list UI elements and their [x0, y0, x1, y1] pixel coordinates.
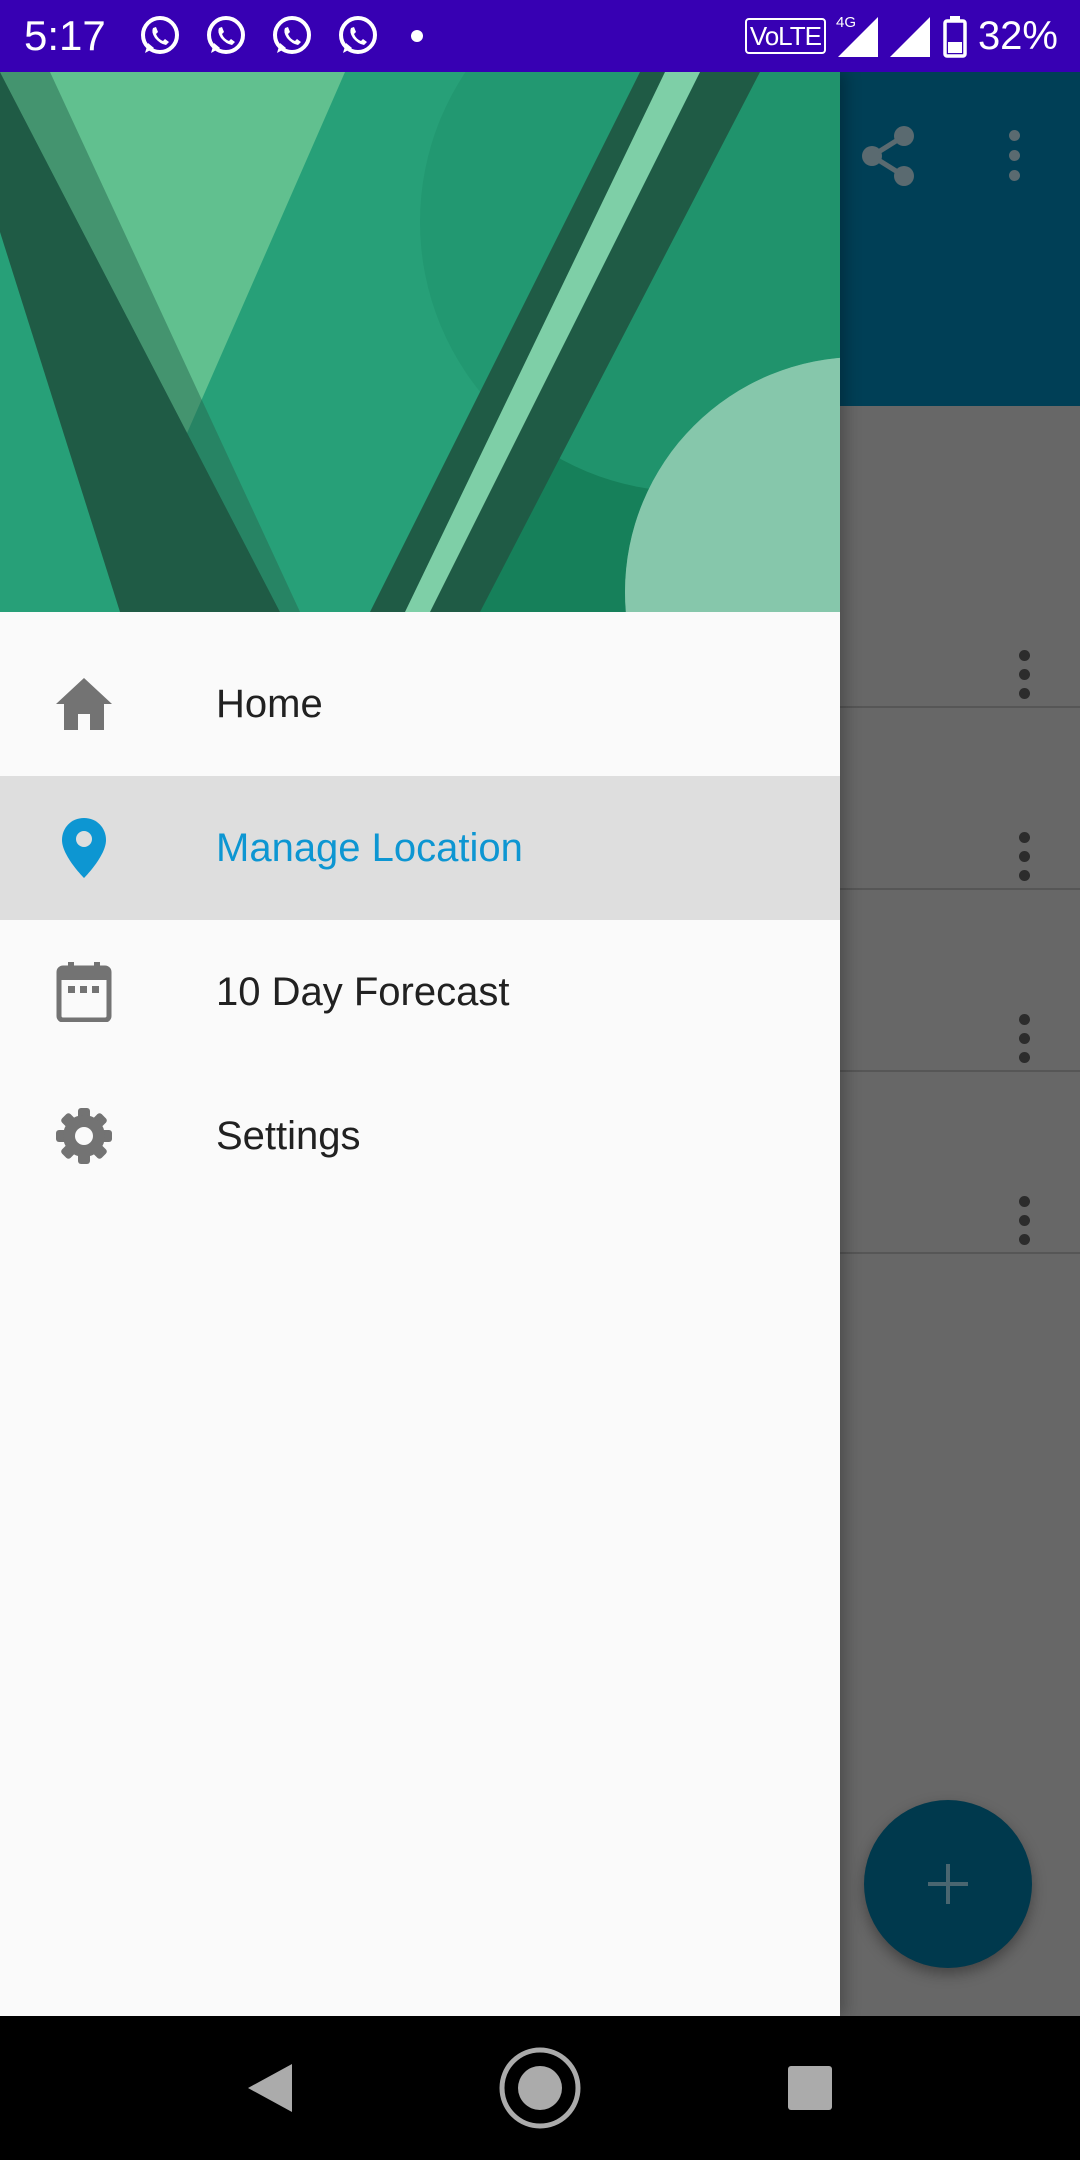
menu-item-manage-location[interactable]: Manage Location	[0, 776, 840, 920]
home-icon	[54, 674, 114, 734]
more-vertical-icon[interactable]	[1004, 130, 1024, 190]
navigation-drawer: Home Manage Location 10 Day Forecast Set…	[0, 72, 840, 2016]
row-menu-icon[interactable]	[1016, 650, 1032, 707]
row-divider	[840, 1252, 1080, 1254]
screen: 5:17 VoLTE 4G 32% Home Manage Location 1…	[0, 0, 1080, 2160]
add-location-fab[interactable]	[864, 1800, 1032, 1968]
gear-icon	[54, 1106, 114, 1166]
signal-4g-icon: 4G	[836, 14, 878, 57]
row-menu-icon[interactable]	[1016, 832, 1032, 889]
menu-item-home[interactable]: Home	[0, 632, 840, 776]
network-type: 4G	[836, 14, 856, 31]
recents-icon	[788, 2066, 832, 2110]
status-time: 5:17	[24, 12, 106, 59]
menu-item-label: Settings	[216, 1113, 361, 1158]
back-icon	[248, 2064, 292, 2112]
menu-item-label: Home	[216, 681, 323, 726]
drawer-header	[0, 72, 840, 612]
system-navigation-bar	[0, 2016, 1080, 2160]
nav-recents-button[interactable]	[760, 2016, 860, 2160]
nav-home-button[interactable]	[490, 2016, 590, 2160]
whatsapp-icon	[339, 16, 377, 54]
nav-back-button[interactable]	[220, 2016, 320, 2160]
status-right: VoLTE 4G 32%	[744, 12, 1058, 60]
menu-item-settings[interactable]: Settings	[0, 1064, 840, 1208]
row-divider	[840, 888, 1080, 890]
row-divider	[840, 1070, 1080, 1072]
home-icon	[499, 2047, 581, 2129]
battery-percent: 32%	[977, 14, 1058, 58]
calendar-icon	[54, 962, 114, 1022]
whatsapp-icon	[207, 16, 245, 54]
plus-icon	[928, 1864, 968, 1904]
signal-icon	[889, 17, 930, 57]
share-icon[interactable]	[858, 124, 918, 188]
battery-icon	[943, 16, 967, 58]
menu-item-label: 10 Day Forecast	[216, 969, 510, 1014]
row-menu-icon[interactable]	[1016, 1014, 1032, 1071]
volte-badge: VoLTE	[744, 18, 826, 54]
dot-icon	[411, 30, 423, 42]
whatsapp-icon	[141, 16, 179, 54]
row-divider	[840, 706, 1080, 708]
notification-icons	[138, 14, 432, 58]
drawer-menu: Home Manage Location 10 Day Forecast Set…	[0, 632, 840, 1208]
menu-item-10-day-forecast[interactable]: 10 Day Forecast	[0, 920, 840, 1064]
status-bar: 5:17 VoLTE 4G 32%	[0, 0, 1080, 72]
menu-item-label: Manage Location	[216, 825, 523, 870]
location-pin-icon	[54, 818, 114, 878]
drawer-header-background	[0, 72, 840, 612]
row-menu-icon[interactable]	[1016, 1196, 1032, 1253]
whatsapp-icon	[273, 16, 311, 54]
